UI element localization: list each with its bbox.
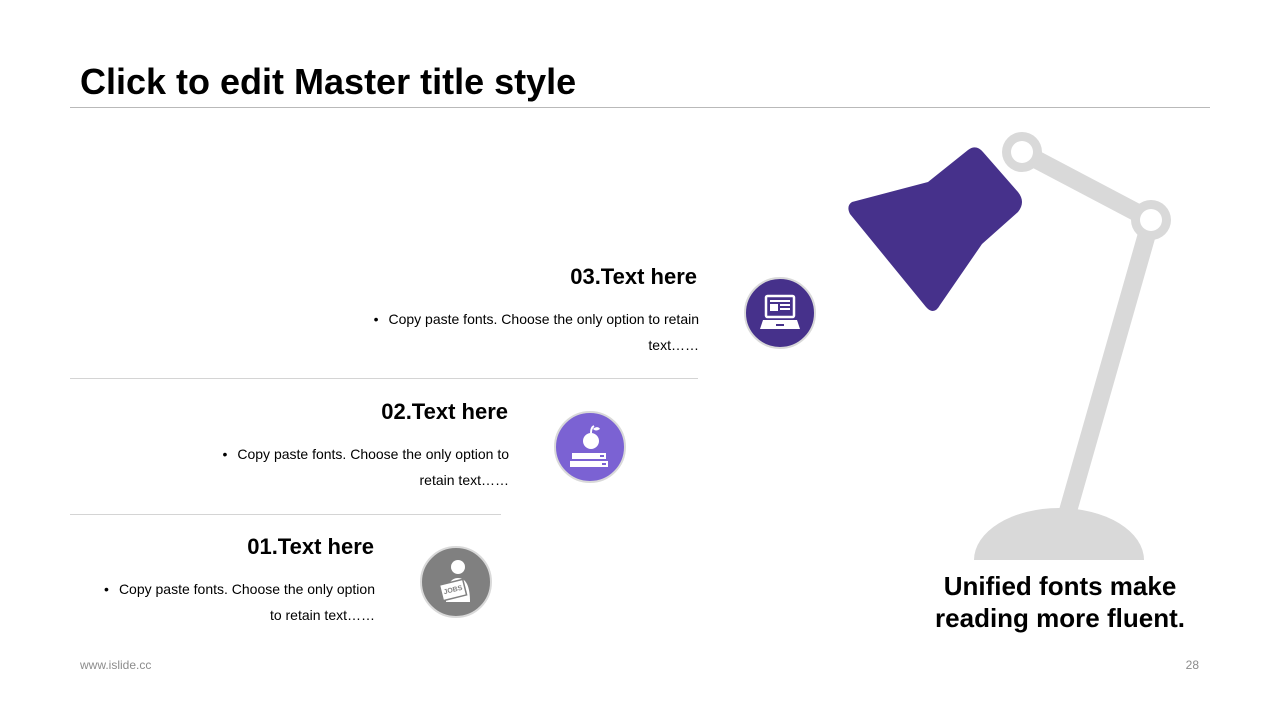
item-01-icon-circle: JOBS: [420, 546, 492, 618]
lamp-caption[interactable]: Unified fonts make reading more fluent.: [920, 570, 1200, 634]
item-03-text-line2: text……: [648, 337, 699, 353]
person-jobs-sign-icon: JOBS: [438, 560, 470, 602]
item-03-icon-circle: [744, 277, 816, 349]
bullet: •: [222, 446, 228, 462]
item-03-text[interactable]: • Copy paste fonts. Choose the only optio…: [339, 306, 699, 358]
item-02-divider: [70, 514, 501, 515]
apple-books-icon: [570, 425, 608, 467]
item-02-text-line2: retain text……: [419, 472, 509, 488]
item-02-text-line1: Copy paste fonts. Choose the only option…: [237, 446, 509, 462]
item-03-divider: [70, 378, 698, 379]
footer-url: www.islide.cc: [80, 658, 152, 672]
laptop-icon: [760, 294, 800, 329]
item-01-text-line2: to retain text……: [269, 607, 375, 623]
item-02-icon-circle: [554, 411, 626, 483]
item-03-heading[interactable]: 03.Text here: [570, 264, 697, 290]
bullet: •: [104, 581, 109, 597]
bullet: •: [373, 311, 379, 327]
item-02-heading[interactable]: 02.Text here: [381, 399, 508, 425]
title-divider: [70, 107, 1210, 108]
item-01-text-line1: Copy paste fonts. Choose the only option: [118, 581, 375, 597]
page-number: 28: [1185, 658, 1199, 672]
item-01-text[interactable]: • Copy paste fonts. Choose the only optio…: [65, 576, 375, 628]
item-02-text[interactable]: • Copy paste fonts. Choose the only optio…: [179, 441, 509, 493]
desk-lamp-icon: [848, 132, 1171, 565]
caption-line2: reading more fluent.: [935, 603, 1185, 633]
item-01-heading[interactable]: 01.Text here: [247, 534, 374, 560]
item-03-text-line1: Copy paste fonts. Choose the only option…: [388, 311, 699, 327]
caption-line1: Unified fonts make: [943, 571, 1177, 601]
slide-title[interactable]: Click to edit Master title style: [80, 60, 576, 104]
